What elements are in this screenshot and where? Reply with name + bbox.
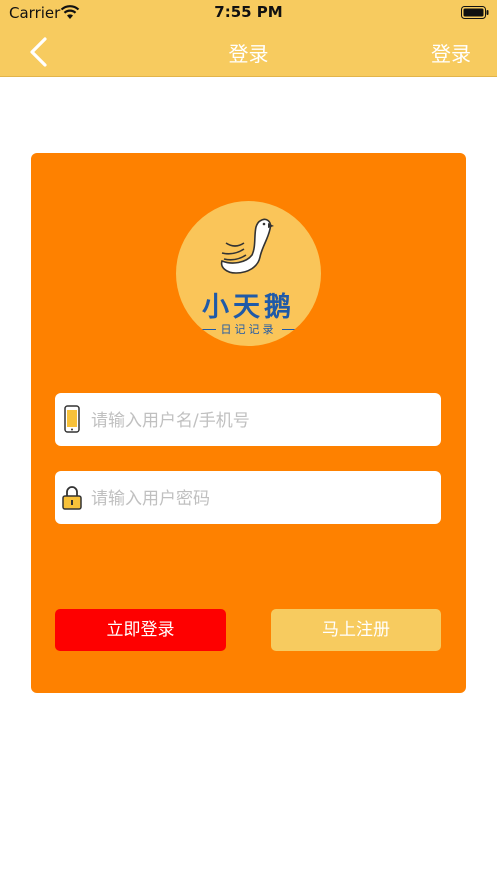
phone-icon <box>64 405 80 433</box>
swan-icon <box>220 218 274 274</box>
login-button[interactable]: 立即登录 <box>55 609 226 651</box>
battery-icon <box>461 6 489 19</box>
password-field[interactable] <box>55 471 441 526</box>
divider <box>198 328 216 330</box>
logo-tagline: 日记记录 <box>220 323 277 336</box>
lock-icon <box>62 486 82 510</box>
page-title: 登录 <box>228 42 269 66</box>
divider <box>281 328 299 330</box>
logo-tagline-row: 日记记录 <box>198 321 299 337</box>
register-button[interactable]: 马上注册 <box>271 609 441 651</box>
password-input[interactable] <box>89 471 433 526</box>
app-logo: 小天鹅 日记记录 <box>176 201 321 346</box>
navigation-bar: 登录 登录 <box>0 26 497 77</box>
status-bar: Carrier 7:55 PM <box>0 0 497 26</box>
login-card: 小天鹅 日记记录 立即登录 马上注册 <box>31 153 466 693</box>
username-field[interactable] <box>55 393 441 448</box>
username-input[interactable] <box>89 393 433 448</box>
status-time: 7:55 PM <box>214 3 283 21</box>
logo-name: 小天鹅 <box>202 292 295 323</box>
nav-login-button[interactable]: 登录 <box>431 38 471 67</box>
